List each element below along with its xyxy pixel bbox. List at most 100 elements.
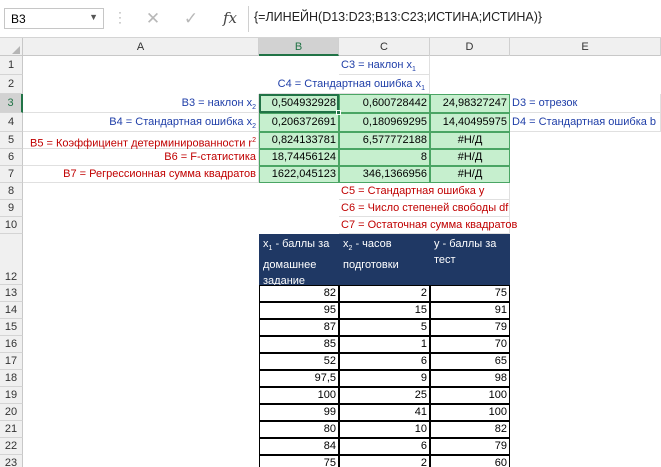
table-cell[interactable]: 100 (430, 387, 510, 404)
table-cell[interactable]: 9 (339, 370, 430, 387)
dropdown-icon[interactable]: ▼ (89, 12, 98, 22)
result-b6[interactable]: 18,74456124 (259, 149, 339, 166)
result-d3[interactable]: 24,98327247 (430, 94, 510, 113)
table-cell[interactable]: 6 (339, 438, 430, 455)
table-cell[interactable]: 10 (339, 421, 430, 438)
row-header-4[interactable]: 4 (0, 113, 23, 132)
label-a4[interactable]: В4 = Стандартная ошибка x2 (23, 113, 259, 132)
fill-handle[interactable] (336, 110, 341, 115)
cancel-icon[interactable]: ✕ (142, 8, 164, 29)
table-cell[interactable]: 75 (259, 455, 339, 467)
table-cell[interactable]: 95 (259, 302, 339, 319)
drag-handle-icon[interactable]: · · · (118, 6, 122, 28)
table-cell[interactable]: 79 (430, 319, 510, 336)
row-header-14[interactable]: 14 (0, 302, 23, 319)
row-header-12[interactable]: 12 (0, 234, 23, 285)
result-d7[interactable]: #Н/Д (430, 166, 510, 183)
row-header-21[interactable]: 21 (0, 421, 23, 438)
row-header-9[interactable]: 9 (0, 200, 23, 217)
table-cell[interactable]: 5 (339, 319, 430, 336)
table-cell[interactable]: 97,5 (259, 370, 339, 387)
row-header-3[interactable]: 3 (0, 94, 23, 113)
label-a7[interactable]: В7 = Регрессионная сумма квадратов (23, 166, 259, 183)
row-header-15[interactable]: 15 (0, 319, 23, 336)
table-cell[interactable]: 75 (430, 285, 510, 302)
result-c7[interactable]: 346,1366956 (339, 166, 430, 183)
row-header-2[interactable]: 2 (0, 75, 23, 94)
table-cell[interactable]: 70 (430, 336, 510, 353)
table-cell[interactable]: 2 (339, 285, 430, 302)
row-header-18[interactable]: 18 (0, 370, 23, 387)
label-c9[interactable]: С6 = Число степеней свободы df (339, 200, 510, 217)
formula-input[interactable]: {=ЛИНЕЙН(D13:D23;B13:C23;ИСТИНА;ИСТИНА)} (254, 10, 542, 24)
row-header-1[interactable]: 1 (0, 56, 23, 75)
result-c6[interactable]: 8 (339, 149, 430, 166)
row-header-20[interactable]: 20 (0, 404, 23, 421)
result-c3[interactable]: 0,600728442 (339, 94, 430, 113)
table-cell[interactable]: 84 (259, 438, 339, 455)
table-cell[interactable]: 80 (259, 421, 339, 438)
result-d6[interactable]: #Н/Д (430, 149, 510, 166)
row-header-8[interactable]: 8 (0, 183, 23, 200)
label-a6[interactable]: В6 = F-статистика (23, 149, 259, 166)
table-cell[interactable]: 65 (430, 353, 510, 370)
table-cell[interactable]: 1 (339, 336, 430, 353)
table-cell[interactable]: 52 (259, 353, 339, 370)
result-c4[interactable]: 0,180969295 (339, 113, 430, 132)
name-box[interactable]: B3 ▼ (4, 8, 104, 29)
result-d4[interactable]: 14,40495975 (430, 113, 510, 132)
table-cell[interactable]: 91 (430, 302, 510, 319)
label-a5[interactable]: В5 = Коэффициент детерминированности r2 (23, 132, 259, 150)
table-cell[interactable]: 82 (430, 421, 510, 438)
label-c2[interactable]: С4 = Стандартная ошибка x1 (259, 75, 430, 94)
row-header-23[interactable]: 23 (0, 455, 23, 467)
check-icon[interactable]: ✓ (180, 8, 202, 29)
fx-icon[interactable]: fx (218, 7, 242, 29)
name-box-value: B3 (11, 12, 26, 26)
result-b5[interactable]: 0,824133781 (259, 132, 339, 149)
row-header-22[interactable]: 22 (0, 438, 23, 455)
column-header-a[interactable]: A (23, 38, 259, 56)
table-cell[interactable]: 25 (339, 387, 430, 404)
column-header-e[interactable]: E (510, 38, 661, 56)
row-header-17[interactable]: 17 (0, 353, 23, 370)
result-b7[interactable]: 1622,045123 (259, 166, 339, 183)
result-b4[interactable]: 0,206372691 (259, 113, 339, 132)
table-cell[interactable]: 87 (259, 319, 339, 336)
label-c1[interactable]: С3 = наклон x1 (339, 56, 430, 75)
table-cell[interactable]: 98 (430, 370, 510, 387)
row-header-10[interactable]: 10 (0, 217, 23, 234)
column-header-b[interactable]: B (259, 38, 339, 56)
column-header-c[interactable]: C (339, 38, 430, 56)
table-cell[interactable]: 2 (339, 455, 430, 467)
table-cell[interactable]: 100 (430, 404, 510, 421)
row-header-16[interactable]: 16 (0, 336, 23, 353)
table-cell[interactable]: 60 (430, 455, 510, 467)
row-header-5[interactable]: 5 (0, 132, 23, 149)
table-cell[interactable]: 99 (259, 404, 339, 421)
label-c10[interactable]: С7 = Остаточная сумма квадратов (339, 217, 517, 234)
result-b3[interactable]: 0,504932928 (259, 94, 339, 113)
label-a3[interactable]: В3 = наклон x2 (23, 94, 259, 113)
table-cell[interactable]: 82 (259, 285, 339, 302)
row-header-19[interactable]: 19 (0, 387, 23, 404)
table-cell[interactable]: 79 (430, 438, 510, 455)
select-all-button[interactable] (0, 38, 23, 56)
result-d5[interactable]: #Н/Д (430, 132, 510, 149)
row-header-6[interactable]: 6 (0, 149, 23, 166)
table-cell[interactable]: 100 (259, 387, 339, 404)
table-header-x1[interactable]: x1 - баллы за домашнее задание (259, 234, 339, 287)
table-header-x2[interactable]: x2 - часов подготовки (339, 234, 430, 285)
table-header-y[interactable]: y - баллы за тест (430, 234, 510, 285)
label-e4[interactable]: D4 = Стандартная ошибка b (510, 113, 661, 132)
table-cell[interactable]: 41 (339, 404, 430, 421)
row-header-13[interactable]: 13 (0, 285, 23, 302)
column-header-d[interactable]: D (430, 38, 510, 56)
row-header-7[interactable]: 7 (0, 166, 23, 183)
label-c8[interactable]: С5 = Стандартная ошибка y (339, 183, 510, 200)
table-cell[interactable]: 85 (259, 336, 339, 353)
result-c5[interactable]: 6,577772188 (339, 132, 430, 149)
label-e3[interactable]: D3 = отрезок (510, 94, 661, 113)
table-cell[interactable]: 15 (339, 302, 430, 319)
table-cell[interactable]: 6 (339, 353, 430, 370)
